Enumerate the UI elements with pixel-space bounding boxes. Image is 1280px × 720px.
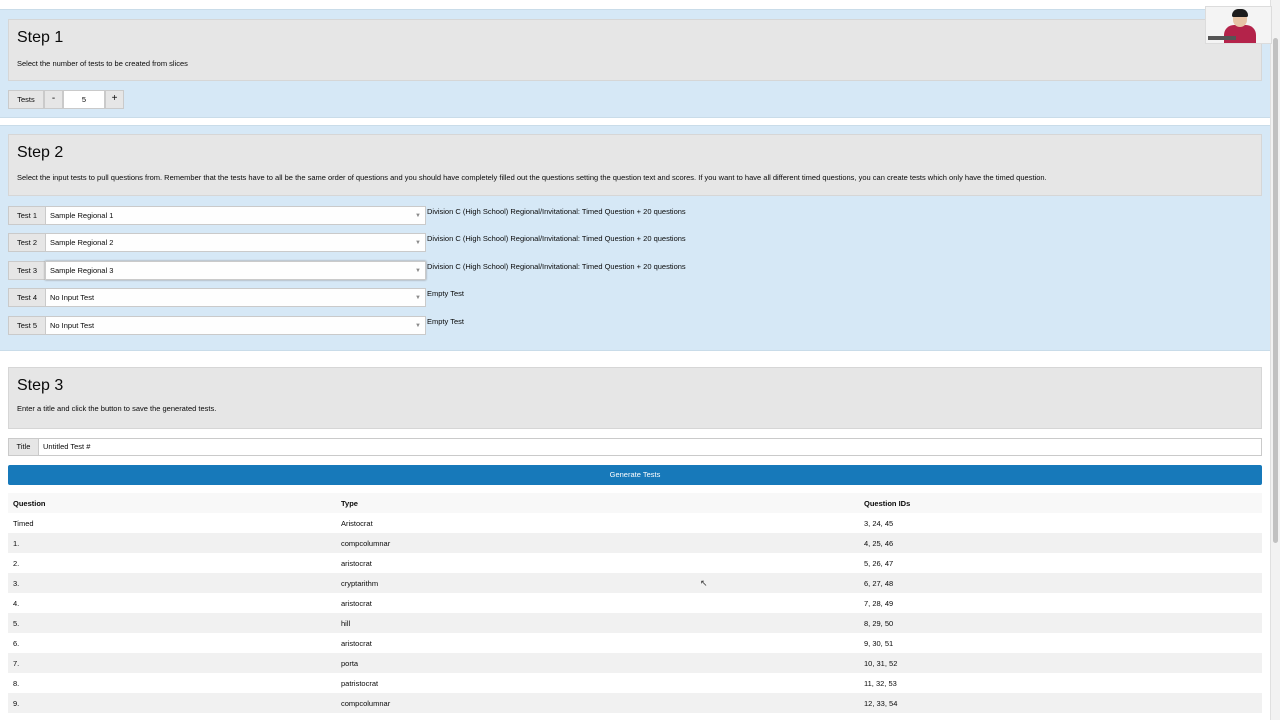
table-row: 9. compcolumnar 12, 33, 54	[8, 693, 1262, 713]
presenter-hair	[1232, 9, 1248, 17]
cell-question-ids: 6, 27, 48	[864, 578, 894, 588]
input-test-select-value: No Input Test	[50, 293, 95, 302]
cell-type: patristocrat	[341, 678, 379, 688]
chevron-down-icon: ▼	[415, 268, 421, 274]
input-test-select[interactable]: Sample Regional 3 ▼	[45, 261, 426, 280]
cell-type: hill	[341, 618, 351, 628]
step3-heading: Step 3	[17, 377, 64, 394]
test-row-label: Test 1	[8, 206, 46, 225]
table-row: 6. aristocrat 9, 30, 51	[8, 633, 1262, 653]
step1-description: Select the number of tests to be created…	[17, 59, 188, 68]
webcam-overlay	[1205, 6, 1272, 44]
table-row: 8. patristocrat 11, 32, 53	[8, 673, 1262, 693]
chevron-down-icon: ▼	[415, 295, 421, 301]
input-test-select[interactable]: No Input Test ▼	[45, 288, 426, 307]
cell-question: 2.	[13, 558, 20, 568]
test-row-info: Division C (High School) Regional/Invita…	[427, 207, 686, 216]
chevron-down-icon: ▼	[415, 213, 421, 219]
input-test-select[interactable]: Sample Regional 2 ▼	[45, 233, 426, 252]
step2-heading: Step 2	[17, 144, 64, 161]
input-test-select[interactable]: Sample Regional 1 ▼	[45, 206, 426, 225]
step3-description: Enter a title and click the button to sa…	[17, 404, 217, 413]
chevron-down-icon: ▼	[415, 323, 421, 329]
chevron-down-icon: ▼	[415, 240, 421, 246]
input-test-select-value: No Input Test	[50, 321, 95, 330]
cell-question-ids: 4, 25, 46	[864, 538, 894, 548]
test-row-info: Division C (High School) Regional/Invita…	[427, 234, 686, 243]
table-row: 3. cryptarithm 6, 27, 48	[8, 573, 1262, 593]
table-row: 4. aristocrat 7, 28, 49	[8, 593, 1262, 613]
cell-question: 4.	[13, 598, 20, 608]
cell-type: aristocrat	[341, 638, 372, 648]
cell-question-ids: 8, 29, 50	[864, 618, 894, 628]
table-row: Timed Aristocrat 3, 24, 45	[8, 513, 1262, 533]
cell-question: 7.	[13, 658, 20, 668]
step1-heading: Step 1	[17, 29, 64, 46]
increment-button[interactable]: +	[105, 90, 124, 109]
presenter-shirt	[1224, 25, 1256, 43]
table-row: 7. porta 10, 31, 52	[8, 653, 1262, 673]
mouse-pointer-icon: ↖	[700, 578, 708, 588]
cell-question: 3.	[13, 578, 20, 588]
test-row-info: Empty Test	[427, 317, 464, 326]
table-row: 2. aristocrat 5, 26, 47	[8, 553, 1262, 573]
cell-question-ids: 11, 32, 53	[864, 678, 897, 688]
cell-question: 5.	[13, 618, 20, 628]
cell-question: 9.	[13, 698, 20, 708]
cell-type: Aristocrat	[341, 518, 373, 528]
input-test-select-value: Sample Regional 3	[50, 266, 114, 275]
vertical-scrollbar[interactable]	[1270, 0, 1280, 720]
test-row-info: Empty Test	[427, 289, 464, 298]
column-header-type: Type	[336, 493, 859, 513]
step2-callout: Step 2 Select the input tests to pull qu…	[8, 134, 1262, 196]
cell-type: porta	[341, 658, 359, 668]
tests-count-input[interactable]: 5	[63, 90, 105, 109]
column-header-question: Question	[8, 493, 336, 513]
cell-question-ids: 3, 24, 45	[864, 518, 894, 528]
input-test-select-value: Sample Regional 1	[50, 211, 114, 220]
cell-question-ids: 5, 26, 47	[864, 558, 894, 568]
cell-question-ids: 9, 30, 51	[864, 638, 894, 648]
title-input[interactable]: Untitled Test #	[38, 438, 1262, 456]
title-label: Title	[8, 438, 39, 456]
cell-question-ids: 10, 31, 52	[864, 658, 898, 668]
webcam-name-tag	[1208, 36, 1236, 40]
step1-callout: Step 1 Select the number of tests to be …	[8, 19, 1262, 81]
step2-panel: Step 2 Select the input tests to pull qu…	[0, 125, 1271, 351]
question-mapping-table: Question Type Question IDs Timed Aristocr…	[8, 493, 1262, 713]
test-row-label: Test 2	[8, 233, 46, 252]
cell-type: aristocrat	[341, 558, 372, 568]
cell-question: Timed	[13, 518, 34, 528]
step3-callout: Step 3 Enter a title and click the butto…	[8, 367, 1262, 429]
cell-question: 1.	[13, 538, 20, 548]
cell-type: compcolumnar	[341, 698, 391, 708]
cell-type: cryptarithm	[341, 578, 379, 588]
test-row-info: Division C (High School) Regional/Invita…	[427, 262, 686, 271]
step1-panel: Step 1 Select the number of tests to be …	[0, 9, 1271, 118]
table-header-row: Question Type Question IDs	[8, 493, 1262, 513]
column-header-question-ids: Question IDs	[859, 493, 1262, 513]
cell-question-ids: 7, 28, 49	[864, 598, 894, 608]
cell-question: 8.	[13, 678, 20, 688]
input-test-select-value: Sample Regional 2	[50, 238, 114, 247]
generate-tests-button[interactable]: Generate Tests	[8, 465, 1262, 485]
test-row-label: Test 5	[8, 316, 46, 335]
table-row: 1. compcolumnar 4, 25, 46	[8, 533, 1262, 553]
step2-description: Select the input tests to pull questions…	[17, 173, 1047, 182]
decrement-button[interactable]: -	[44, 90, 63, 109]
table-row: 5. hill 8, 29, 50	[8, 613, 1262, 633]
cell-type: compcolumnar	[341, 538, 391, 548]
tests-count-label: Tests	[8, 90, 44, 109]
cell-question-ids: 12, 33, 54	[864, 698, 898, 708]
input-test-select[interactable]: No Input Test ▼	[45, 316, 426, 335]
cell-question: 6.	[13, 638, 20, 648]
scrollbar-thumb[interactable]	[1273, 38, 1278, 543]
test-row-label: Test 4	[8, 288, 46, 307]
cell-type: aristocrat	[341, 598, 372, 608]
test-row-label: Test 3	[8, 261, 46, 280]
